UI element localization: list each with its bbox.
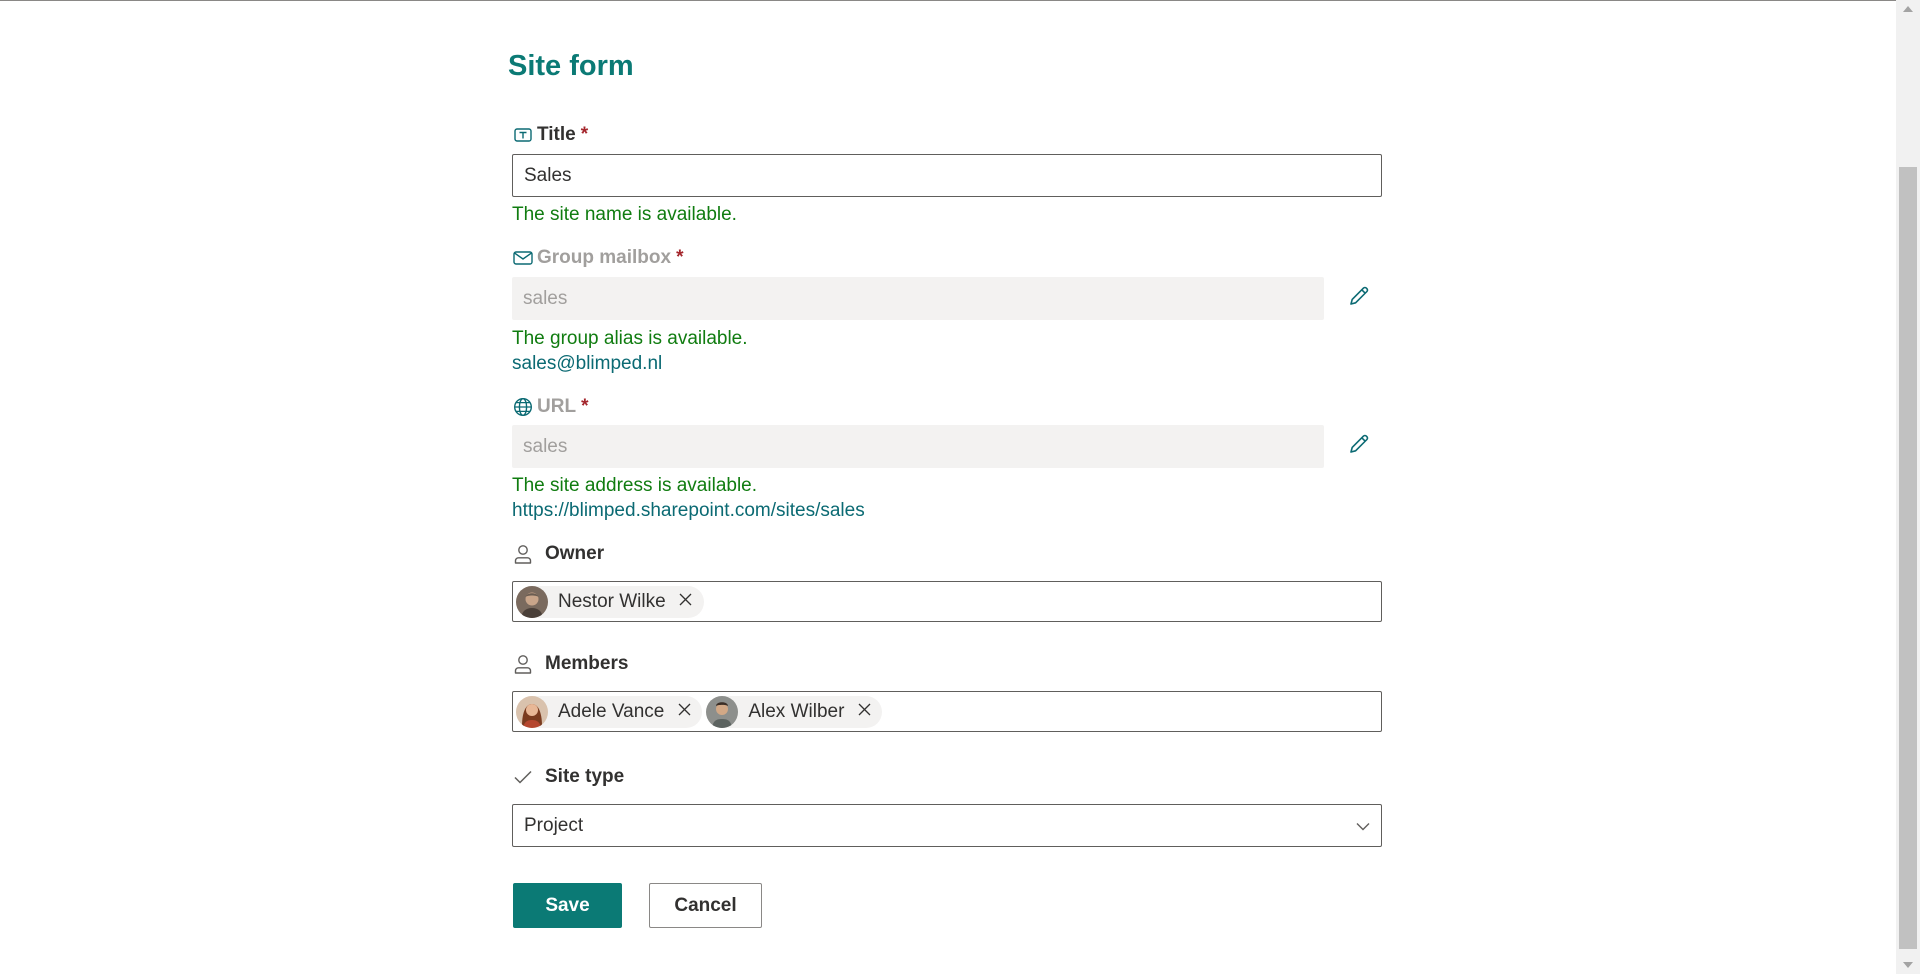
mail-icon xyxy=(512,247,534,269)
remove-person-button[interactable] xyxy=(674,590,698,614)
person-icon xyxy=(512,543,534,565)
pencil-icon xyxy=(1347,432,1371,461)
members-people-picker[interactable]: Adele Vance Alex Wilber xyxy=(512,691,1382,732)
avatar xyxy=(516,695,548,728)
group-mailbox-input: sales xyxy=(512,277,1324,320)
cancel-button[interactable]: Cancel xyxy=(649,883,762,928)
persona-name: Adele Vance xyxy=(558,700,665,722)
required-marker: * xyxy=(581,396,589,417)
close-icon xyxy=(678,703,691,721)
person-icon xyxy=(512,653,534,675)
url-label-text: URL xyxy=(537,396,577,417)
required-marker: * xyxy=(580,124,589,145)
owner-label: Owner xyxy=(512,542,604,566)
url-input: sales xyxy=(512,425,1324,468)
avatar xyxy=(706,695,739,728)
scroll-down-arrow-icon[interactable] xyxy=(1903,962,1913,968)
persona-name: Nestor Wilke xyxy=(558,590,666,612)
chevron-down-icon xyxy=(1356,815,1370,837)
group-mailbox-label: Group mailbox * xyxy=(512,246,683,270)
pencil-icon xyxy=(1347,284,1371,313)
checkmark-icon xyxy=(512,766,534,788)
scrollbar-thumb[interactable] xyxy=(1899,167,1917,949)
save-button[interactable]: Save xyxy=(513,883,622,928)
url-value: sales xyxy=(523,435,568,457)
text-field-icon xyxy=(512,124,534,146)
required-marker: * xyxy=(676,247,684,268)
close-icon xyxy=(858,703,871,721)
mailbox-address-link[interactable]: sales@blimped.nl xyxy=(512,353,662,375)
title-label: Title * xyxy=(512,123,588,147)
members-label: Members xyxy=(512,652,628,676)
edit-mailbox-button[interactable] xyxy=(1339,278,1379,318)
persona-chip: Alex Wilber xyxy=(706,695,883,728)
owner-label-text: Owner xyxy=(545,543,605,564)
globe-icon xyxy=(512,396,534,418)
title-availability-message: The site name is available. xyxy=(512,204,737,225)
url-label: URL * xyxy=(512,395,588,419)
site-type-dropdown[interactable]: Project xyxy=(512,804,1382,847)
remove-person-button[interactable] xyxy=(852,700,876,724)
title-label-text: Title xyxy=(537,124,576,145)
edit-url-button[interactable] xyxy=(1339,426,1379,466)
group-mailbox-label-text: Group mailbox xyxy=(537,247,672,268)
url-availability-message: The site address is available. xyxy=(512,475,758,496)
page-title: Site form xyxy=(508,50,634,82)
members-label-text: Members xyxy=(545,653,629,674)
remove-person-button[interactable] xyxy=(672,700,696,724)
persona-chip: Nestor Wilke xyxy=(516,585,704,618)
close-icon xyxy=(679,593,692,611)
site-type-label: Site type xyxy=(512,765,624,789)
persona-chip: Adele Vance xyxy=(516,695,703,728)
title-input[interactable]: Sales xyxy=(512,154,1382,197)
owner-people-picker[interactable]: Nestor Wilke xyxy=(512,581,1382,622)
title-input-value: Sales xyxy=(524,164,572,186)
group-mailbox-value: sales xyxy=(523,287,568,309)
site-type-selected: Project xyxy=(524,814,584,836)
vertical-scrollbar[interactable] xyxy=(1896,0,1920,974)
top-border xyxy=(0,0,1896,1)
site-type-label-text: Site type xyxy=(545,766,625,787)
site-url-link[interactable]: https://blimped.sharepoint.com/sites/sal… xyxy=(512,500,865,522)
persona-name: Alex Wilber xyxy=(748,700,845,722)
avatar xyxy=(516,585,548,618)
mailbox-availability-message: The group alias is available. xyxy=(512,328,748,349)
scroll-up-arrow-icon[interactable] xyxy=(1903,6,1913,12)
